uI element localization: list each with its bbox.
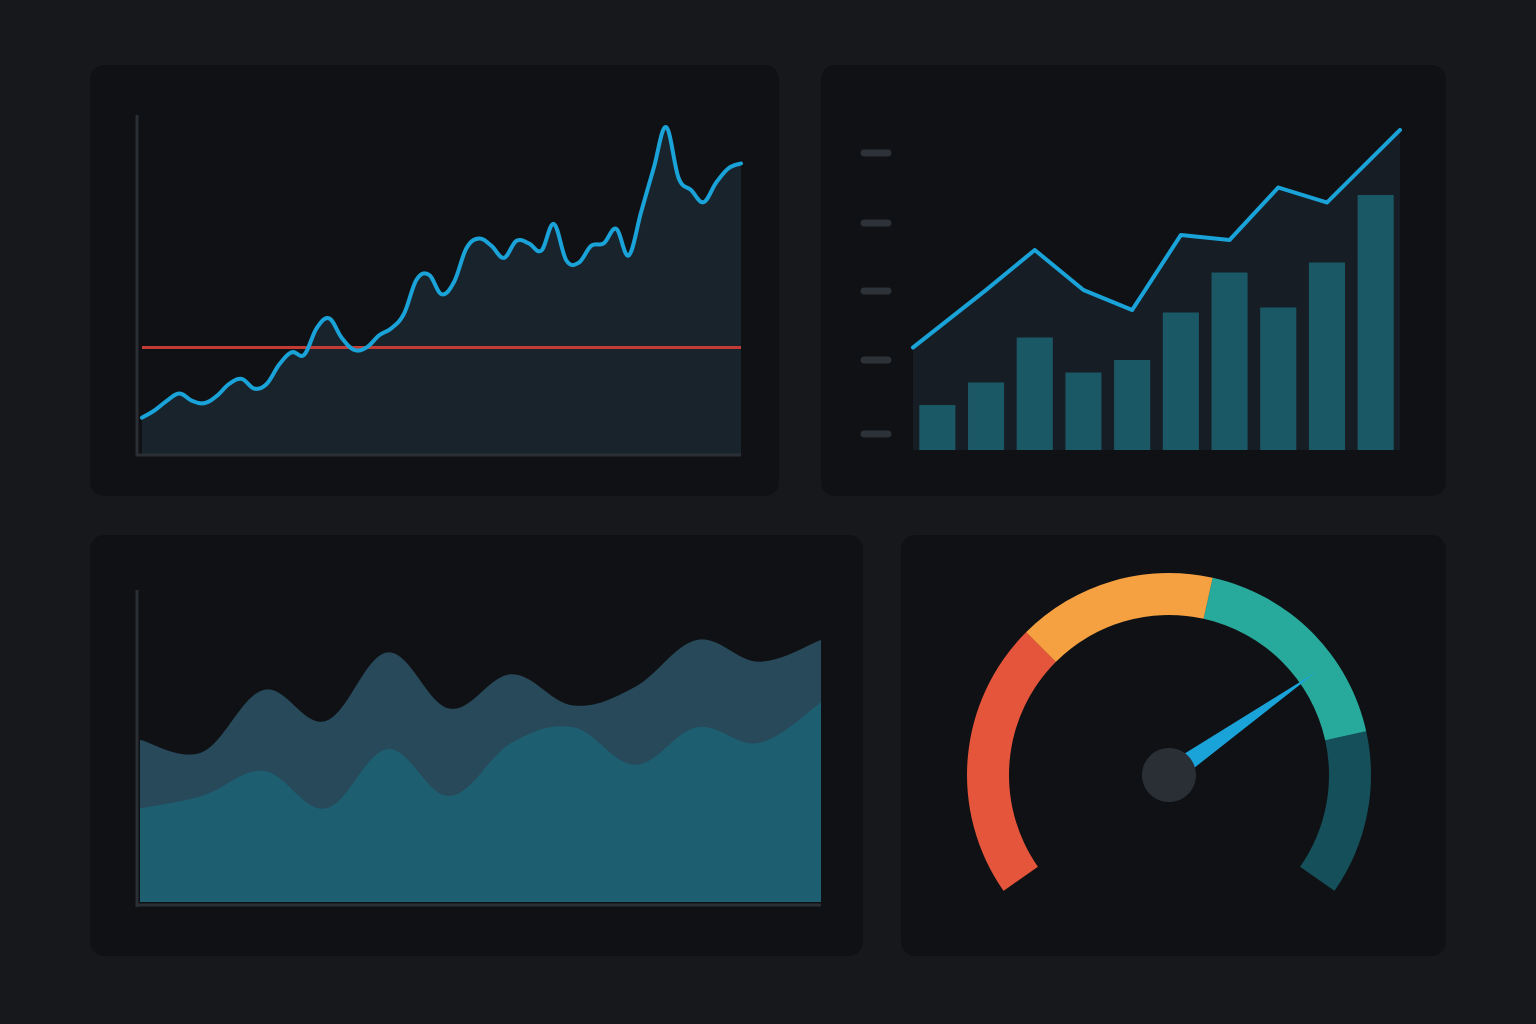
- area-chart: [135, 590, 821, 907]
- bar-front-3: [1016, 337, 1053, 450]
- bar-front-8: [1260, 307, 1297, 450]
- gauge-segment-2: [1026, 573, 1213, 662]
- bar-front-1: [919, 405, 956, 450]
- gauge-chart: [967, 573, 1371, 891]
- bar-line-chart: [860, 128, 1402, 450]
- area-chart-panel: [90, 535, 863, 956]
- gauge-segment-1: [967, 632, 1056, 891]
- bar-front-10: [1357, 195, 1394, 450]
- gauge-panel: [901, 535, 1446, 956]
- bar-chart-panel: [821, 65, 1446, 496]
- gauge-segment-3: [1203, 577, 1367, 741]
- gauge-segment-4: [1300, 731, 1371, 891]
- bar-front-7: [1211, 272, 1248, 450]
- bar-front-6: [1162, 312, 1199, 450]
- line-chart-panel: [90, 65, 779, 496]
- bar-front-2: [968, 382, 1005, 450]
- gauge-hub: [1142, 748, 1196, 802]
- line-chart: [135, 115, 743, 457]
- bar-front-9: [1308, 262, 1345, 450]
- bar-front-5: [1114, 360, 1151, 450]
- bar-front-4: [1065, 372, 1102, 450]
